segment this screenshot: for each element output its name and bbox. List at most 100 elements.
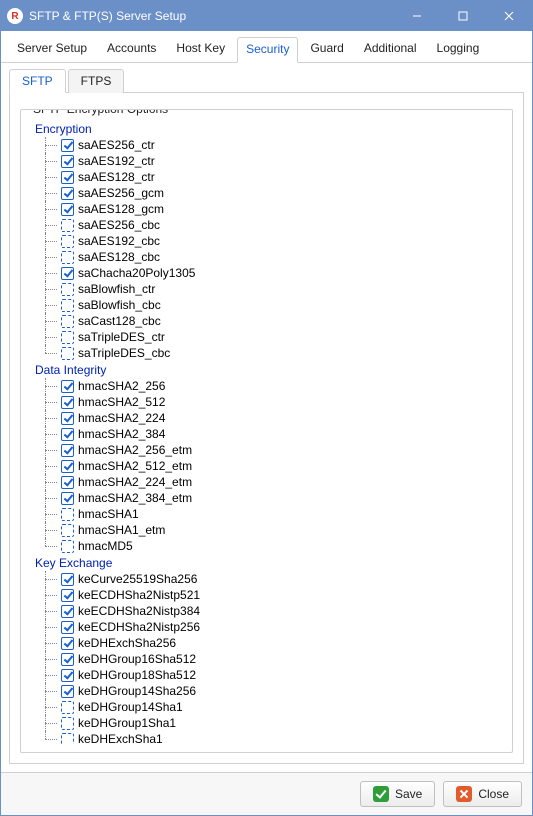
checkbox[interactable] <box>61 621 74 634</box>
checkbox[interactable] <box>61 251 74 264</box>
save-button[interactable]: Save <box>360 781 435 807</box>
checkbox[interactable] <box>61 669 74 682</box>
tree-item[interactable]: hmacSHA2_224_etm <box>31 474 504 490</box>
tree-item[interactable]: hmacSHA2_512_etm <box>31 458 504 474</box>
tree-item[interactable]: hmacSHA2_224 <box>31 410 504 426</box>
main-tab-additional[interactable]: Additional <box>356 37 425 62</box>
checkbox[interactable] <box>61 508 74 521</box>
close-window-button[interactable] <box>486 1 532 31</box>
checkbox[interactable] <box>61 380 74 393</box>
checkbox[interactable] <box>61 733 74 745</box>
checkbox[interactable] <box>61 155 74 168</box>
checkbox[interactable] <box>61 701 74 714</box>
checkbox[interactable] <box>61 203 74 216</box>
tree-item[interactable]: saChacha20Poly1305 <box>31 265 504 281</box>
minimize-button[interactable] <box>394 1 440 31</box>
checkbox[interactable] <box>61 573 74 586</box>
tree-item[interactable]: saAES128_ctr <box>31 169 504 185</box>
tree-item[interactable]: keECDHSha2Nistp384 <box>31 603 504 619</box>
checkbox[interactable] <box>61 235 74 248</box>
tree-item-label: saAES192_ctr <box>78 154 155 168</box>
checkbox[interactable] <box>61 653 74 666</box>
tree-item[interactable]: keDHGroup14Sha256 <box>31 683 504 699</box>
close-button-label: Close <box>478 787 509 801</box>
main-tab-security[interactable]: Security <box>237 37 298 63</box>
main-tab-server-setup[interactable]: Server Setup <box>9 37 95 62</box>
checkbox[interactable] <box>61 299 74 312</box>
main-tab-logging[interactable]: Logging <box>429 37 488 62</box>
tree-item-label: saAES192_cbc <box>78 234 160 248</box>
tree-item[interactable]: keDHGroup14Sha1 <box>31 699 504 715</box>
tree-item[interactable]: keECDHSha2Nistp256 <box>31 619 504 635</box>
tree-item[interactable]: hmacMD5 <box>31 538 504 554</box>
tree-item[interactable]: keDHGroup1Sha1 <box>31 715 504 731</box>
checkbox[interactable] <box>61 540 74 553</box>
checkbox[interactable] <box>61 267 74 280</box>
checkbox[interactable] <box>61 331 74 344</box>
tree-item[interactable]: keECDHSha2Nistp521 <box>31 587 504 603</box>
tree-item[interactable]: saAES128_cbc <box>31 249 504 265</box>
tab-label: Accounts <box>107 41 156 55</box>
checkbox[interactable] <box>61 283 74 296</box>
checkbox[interactable] <box>61 139 74 152</box>
checkbox[interactable] <box>61 589 74 602</box>
tree-item[interactable]: hmacSHA1_etm <box>31 522 504 538</box>
tree-item-label: hmacSHA1_etm <box>78 523 165 537</box>
sub-tab-ftps[interactable]: FTPS <box>68 69 125 93</box>
checkbox[interactable] <box>61 412 74 425</box>
tree-item[interactable]: hmacSHA2_256_etm <box>31 442 504 458</box>
window: SFTP & FTP(S) Server Setup Server SetupA… <box>0 0 533 816</box>
tree-item[interactable]: saAES128_gcm <box>31 201 504 217</box>
tree-item[interactable]: keDHExchSha256 <box>31 635 504 651</box>
checkbox[interactable] <box>61 444 74 457</box>
tree-item[interactable]: keDHGroup18Sha512 <box>31 667 504 683</box>
checkbox[interactable] <box>61 492 74 505</box>
checkbox[interactable] <box>61 524 74 537</box>
maximize-icon <box>458 11 468 21</box>
checkbox[interactable] <box>61 460 74 473</box>
checkbox[interactable] <box>61 171 74 184</box>
tree-item[interactable]: saAES192_ctr <box>31 153 504 169</box>
tree-item[interactable]: saAES256_ctr <box>31 137 504 153</box>
tree-item[interactable]: hmacSHA2_384_etm <box>31 490 504 506</box>
close-button[interactable]: Close <box>443 781 522 807</box>
tree-item[interactable]: keDHExchSha1 <box>31 731 504 744</box>
tree-item[interactable]: hmacSHA2_256 <box>31 378 504 394</box>
tree-item[interactable]: keDHGroup16Sha512 <box>31 651 504 667</box>
tree-item-label: hmacSHA2_224 <box>78 411 165 425</box>
tree-item[interactable]: saCast128_cbc <box>31 313 504 329</box>
tree-section-header[interactable]: Key Exchange <box>31 556 504 570</box>
tree-item[interactable]: saTripleDES_cbc <box>31 345 504 361</box>
checkbox[interactable] <box>61 428 74 441</box>
options-tree[interactable]: EncryptionsaAES256_ctrsaAES192_ctr saAES1… <box>29 120 504 744</box>
main-tab-guard[interactable]: Guard <box>302 37 351 62</box>
tree-item[interactable]: hmacSHA2_512 <box>31 394 504 410</box>
tree-item[interactable]: saBlowfish_cbc <box>31 297 504 313</box>
sub-tab-sftp[interactable]: SFTP <box>9 69 66 93</box>
checkbox[interactable] <box>61 187 74 200</box>
window-controls <box>394 1 532 31</box>
tree-item[interactable]: keCurve25519Sha256 <box>31 571 504 587</box>
tree-item[interactable]: saAES256_cbc <box>31 217 504 233</box>
checkbox[interactable] <box>61 605 74 618</box>
checkbox[interactable] <box>61 637 74 650</box>
tree-item[interactable]: saAES256_gcm <box>31 185 504 201</box>
tree-item[interactable]: hmacSHA1 <box>31 506 504 522</box>
main-tab-accounts[interactable]: Accounts <box>99 37 164 62</box>
checkbox[interactable] <box>61 717 74 730</box>
checkbox[interactable] <box>61 396 74 409</box>
checkbox[interactable] <box>61 219 74 232</box>
checkbox[interactable] <box>61 685 74 698</box>
checkbox[interactable] <box>61 476 74 489</box>
tree-item[interactable]: saTripleDES_ctr <box>31 329 504 345</box>
tree-item[interactable]: saBlowfish_ctr <box>31 281 504 297</box>
main-tab-host-key[interactable]: Host Key <box>168 37 233 62</box>
tree-section-header[interactable]: Data Integrity <box>31 363 504 377</box>
checkbox[interactable] <box>61 315 74 328</box>
maximize-button[interactable] <box>440 1 486 31</box>
checkbox[interactable] <box>61 347 74 360</box>
tree-section-header[interactable]: Encryption <box>31 122 504 136</box>
tree-item[interactable]: saAES192_cbc <box>31 233 504 249</box>
tree-item-label: saAES128_ctr <box>78 170 155 184</box>
tree-item[interactable]: hmacSHA2_384 <box>31 426 504 442</box>
